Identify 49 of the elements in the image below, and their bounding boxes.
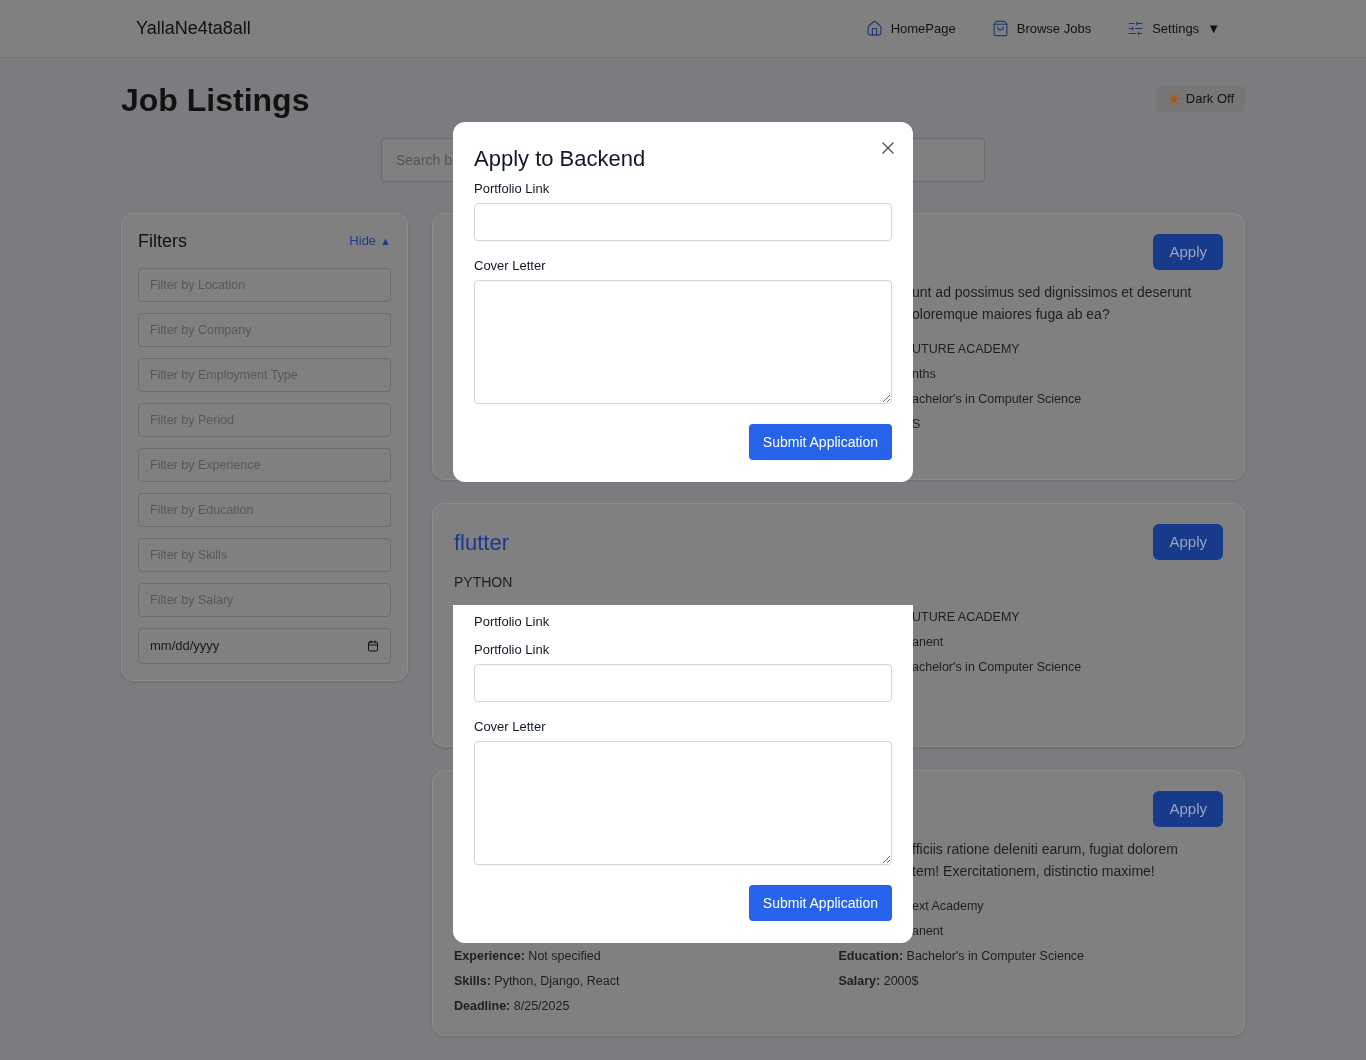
- detail-text: Experience: Not specified: [454, 948, 602, 965]
- date-field[interactable]: mm/dd/yyyy: [138, 628, 391, 664]
- company-name: PYTHON: [454, 573, 514, 592]
- portfolio-input[interactable]: [474, 203, 892, 241]
- detail-text: anent: [912, 634, 945, 651]
- detail-text: Skills: Python, Django, React: [454, 973, 621, 990]
- detail-text: Salary: 2000$: [838, 973, 920, 990]
- submit-button[interactable]: Submit Application: [748, 424, 892, 460]
- apply-button[interactable]: Apply: [1153, 234, 1223, 270]
- hide-toggle[interactable]: Hide ▲: [349, 231, 391, 251]
- detail-text: achelor's in Computer Science: [912, 391, 1083, 408]
- submit-button[interactable]: Submit Application: [748, 885, 892, 921]
- field-label: Portfolio Link: [474, 613, 551, 631]
- description-text: unt ad possimus sed dignissimos et deserunt: [912, 283, 1193, 302]
- job-title[interactable]: flutter: [454, 525, 510, 559]
- apply-button[interactable]: Apply: [1153, 791, 1223, 827]
- dialog-title: Apply to Backend: [474, 145, 646, 173]
- house-icon: [865, 20, 883, 37]
- field-label: Portfolio Link: [474, 180, 551, 198]
- sliders-icon: [1127, 20, 1145, 37]
- detail-text: Education: Bachelor's in Computer Science: [838, 948, 1086, 965]
- detail-text: nths: [912, 366, 937, 383]
- calendar-icon: [367, 640, 379, 652]
- sun-icon: [1166, 92, 1181, 106]
- field-label: Portfolio Link: [474, 641, 551, 659]
- cover-letter-input[interactable]: [474, 280, 892, 404]
- detail-text: ext Academy: [912, 898, 985, 915]
- detail-text: achelor's in Computer Science: [912, 659, 1083, 676]
- field-label: Cover Letter: [474, 257, 547, 275]
- detail-text: anent: [912, 923, 945, 940]
- apply-button[interactable]: Apply: [1153, 524, 1223, 560]
- detail-text: Deadline: 8/25/2025: [454, 998, 571, 1015]
- description-text: tem! Exercitationem, distinctio maxime!: [912, 862, 1156, 881]
- description-text: fficiis ratione deleniti earum, fugiat dolorem: [912, 840, 1179, 859]
- page-title: Job Listings: [121, 84, 310, 116]
- filters-title: Filters: [138, 229, 187, 253]
- theme-toggle[interactable]: Dark Off: [1155, 86, 1245, 112]
- detail-text: S: [912, 416, 922, 433]
- nav-link[interactable]: HomePage: [865, 18, 956, 39]
- cover-letter-input[interactable]: [474, 741, 892, 865]
- brand-logo[interactable]: YallaNe4ta8all: [136, 15, 251, 42]
- nav-link[interactable]: Settings ▼: [1127, 18, 1220, 39]
- detail-text: UTURE ACADEMY: [912, 609, 1021, 626]
- portfolio-input[interactable]: [474, 664, 892, 702]
- field-label: Cover Letter: [474, 718, 547, 736]
- detail-text: UTURE ACADEMY: [912, 341, 1021, 358]
- nav-link[interactable]: Browse Jobs: [991, 18, 1092, 39]
- description-text: oloremque maiores fuga ab ea?: [912, 305, 1111, 324]
- bag-icon: [991, 20, 1009, 37]
